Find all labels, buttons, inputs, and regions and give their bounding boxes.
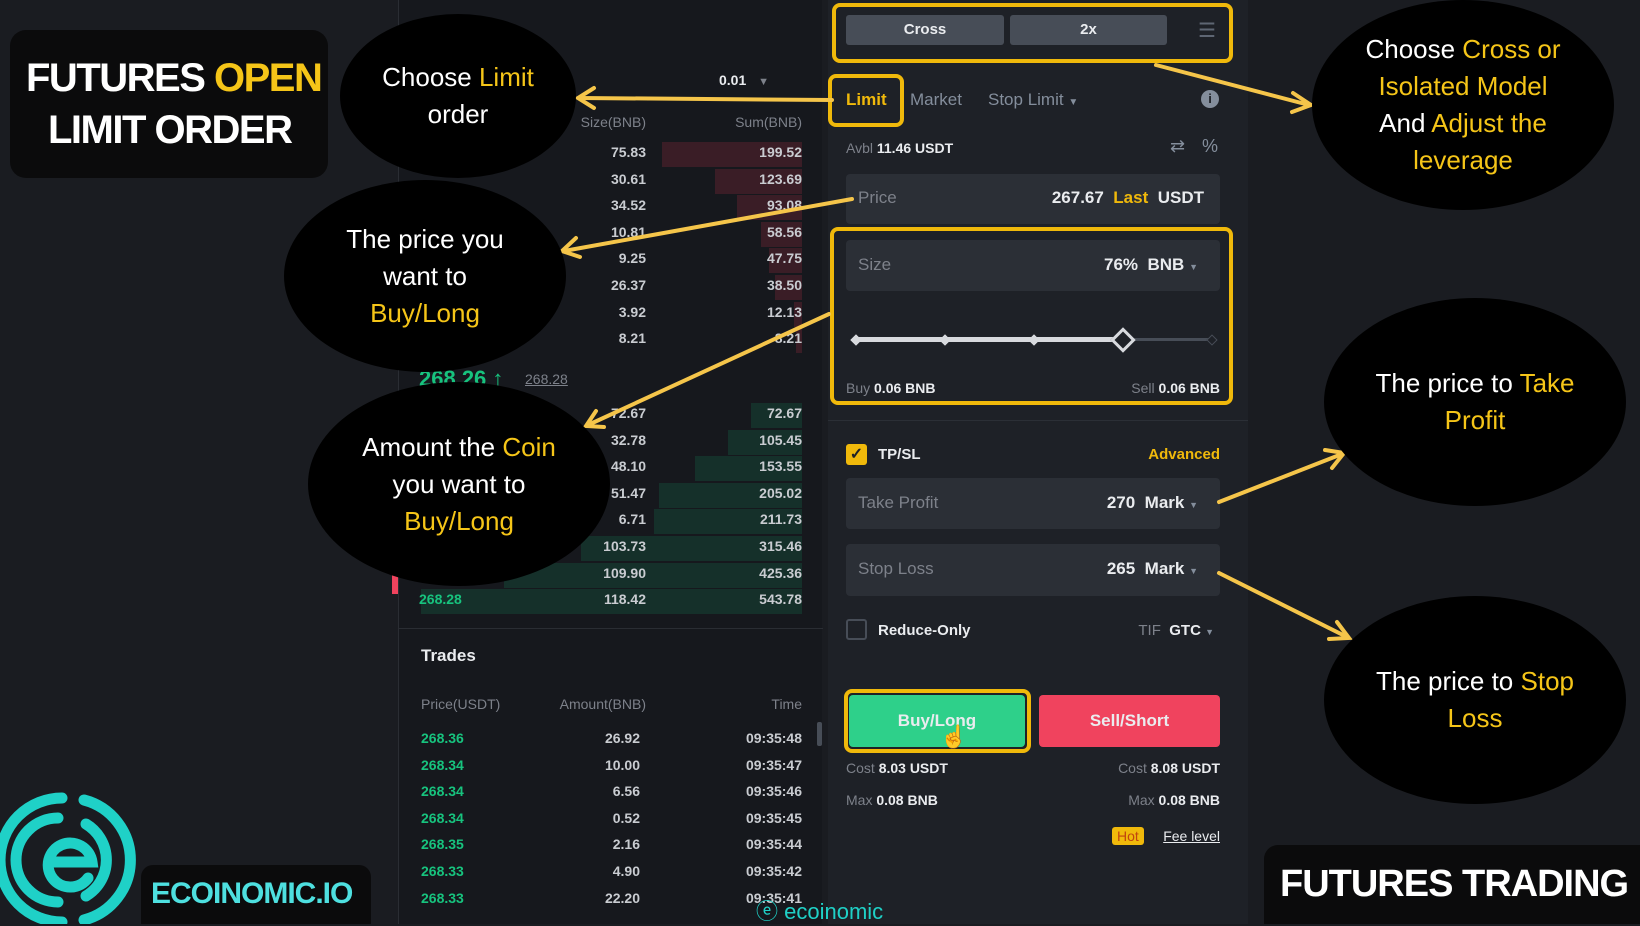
arrow-stop-loss	[1217, 571, 1349, 639]
footer-badge: FUTURES TRADING	[1264, 845, 1640, 924]
annotation-limit: Choose Limit order	[340, 14, 576, 178]
title-line-2: LIMIT ORDER	[48, 108, 293, 152]
annotation-cross: Choose Cross or Isolated Model And Adjust …	[1312, 0, 1614, 210]
annotation-amount: Amount the Coin you want to Buy/Long	[308, 382, 610, 586]
title-line-1: FUTURES OPEN	[26, 56, 323, 100]
brand-badge: ECOINOMIC.IO	[141, 865, 371, 924]
arrow-price	[562, 197, 854, 253]
annotation-take-profit: The price to Take Profit	[1324, 298, 1626, 506]
ecoinomic-logo	[0, 792, 136, 924]
arrow-take-profit	[1217, 452, 1344, 504]
annotation-stop-loss: The price to Stop Loss	[1324, 596, 1626, 804]
annotation-price: The price you want to Buy/Long	[284, 180, 566, 372]
arrow-cross	[1154, 63, 1311, 107]
title-badge: FUTURES OPEN LIMIT ORDER	[10, 30, 328, 178]
watermark: ⓔ ecoinomic	[756, 899, 884, 924]
arrow-size	[586, 312, 831, 427]
arrow-limit	[578, 96, 834, 102]
